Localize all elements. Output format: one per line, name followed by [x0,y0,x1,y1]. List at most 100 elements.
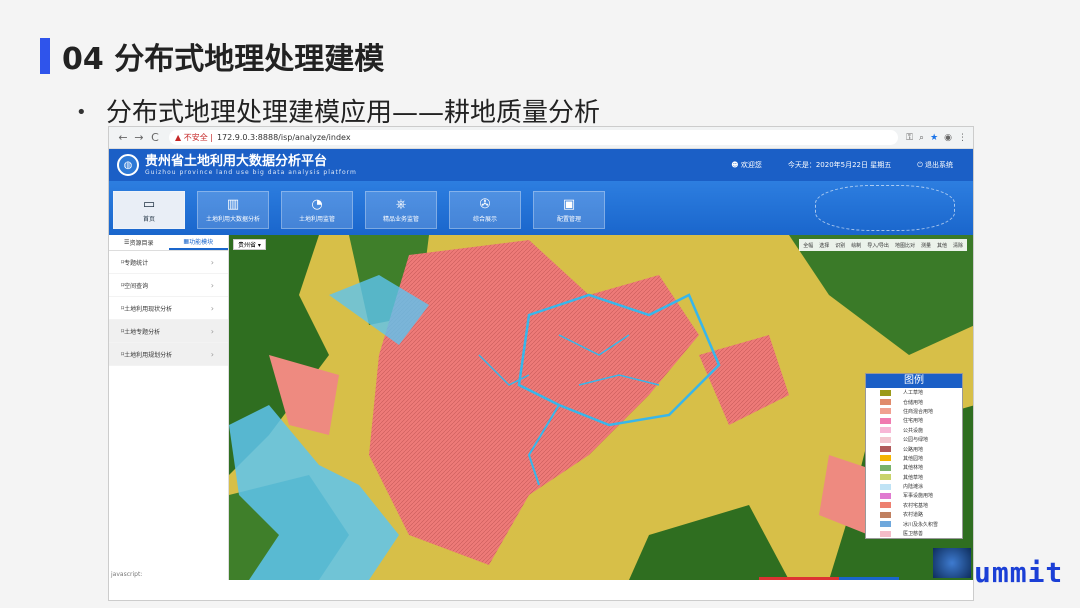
overview-globe[interactable] [933,548,971,578]
nav-label: 综合展示 [472,216,497,223]
legend-item: 住宅用地 [866,416,962,425]
key-icon[interactable]: ⚿ [906,133,913,143]
legend-item: 农村宅基地 [866,501,962,510]
sidebar-item-thematic-stats[interactable]: ⌑ 专题统计 › [109,251,228,274]
tool-fullextent[interactable]: 全幅 [803,242,813,249]
legend-item: 其他园地 [866,454,962,463]
nav-label: 配置管理 [556,216,581,223]
legend-label: 公路用地 [903,446,924,453]
sidebar-item-label: 土地利用现状分析 [124,305,173,313]
chevron-right-icon: › [210,280,214,290]
legend-label: 农村道路 [903,512,924,519]
browser-toolbar: ← → C ▲ 不安全 | 172.9.0.3:8888/isp/analyze… [109,127,973,149]
tool-select[interactable]: 选择 [819,242,829,249]
sidebar: ☰ 资源目录 ▦ 功能模块 ⌑ 专题统计 › ⌑ 空间查询 › ⌑ 土地利用现状分析… [109,235,229,580]
legend-title: 图例 [866,374,962,388]
logout-button[interactable]: ⏻ 退出系统 [917,160,953,170]
app-title: 贵州省土地利用大数据分析平台 [145,153,328,169]
menu-dots-icon[interactable]: ⋮ [958,133,967,143]
tab-resource-catalog[interactable]: ☰ 资源目录 [109,235,169,250]
tab-function-module[interactable]: ▦ 功能模块 [168,235,228,250]
tool-measure[interactable]: 测量 [921,242,931,249]
slide: 04 分布式地理处理建模 • 分布式地理处理建模应用——耕地质量分析 ← → C… [0,0,1080,608]
map-toolbar: 全幅 选择 识别 绘制 导入/导出 地图比对 测量 其他 清除 [799,239,967,251]
nav-home[interactable]: ▭ 首页 [113,191,185,229]
nav-label: 土地利用监管 [298,216,335,223]
welcome-label: 欢迎您 [740,161,762,169]
nav-business[interactable]: ⎈ 精品业务监管 [365,191,437,229]
legend-item: 冰川及永久积雪 [866,519,962,528]
bookmark-star-icon[interactable]: ★ [930,133,938,143]
logout-label: 退出系统 [925,161,953,169]
sidebar-item-spatial-query[interactable]: ⌑ 空间查询 › [109,274,228,297]
legend-swatch [880,436,891,443]
legend-label: 公园与绿地 [903,437,929,444]
back-icon[interactable]: ← [115,131,131,144]
legend-swatch [880,455,891,462]
chevron-right-icon: › [210,257,214,267]
tool-identify[interactable]: 识别 [835,242,845,249]
insecure-warning: ▲ 不安全 | [175,133,213,142]
legend-label: 其他园地 [903,455,924,462]
legend-swatch [880,408,891,415]
address-bar[interactable]: ▲ 不安全 | 172.9.0.3:8888/isp/analyze/index [169,130,899,145]
tool-draw[interactable]: 绘制 [851,242,861,249]
tool-other[interactable]: 其他 [937,242,947,249]
legend-item: 住商混合用地 [866,407,962,416]
url-text: 172.9.0.3:8888/isp/analyze/index [216,133,351,142]
pie-chart-icon: ◔ [311,197,323,212]
legend-label: 公共设施 [903,427,924,434]
nav-label: 首页 [142,216,155,223]
legend-swatch [880,502,891,509]
forward-icon[interactable]: → [131,131,147,144]
map-view[interactable]: 贵州省 ▾ 全幅 选择 识别 绘制 导入/导出 地图比对 测量 其他 清除 图例… [229,235,973,580]
legend-swatch [880,521,891,528]
nav-bigdata[interactable]: ▥ 土地利用大数据分析 [197,191,269,229]
slide-title: 04 分布式地理处理建模 [62,42,385,77]
sidebar-item-landuse-planning[interactable]: ⌑ 土地利用规划分析 › [109,343,228,366]
zoom-icon[interactable]: ⌕ [919,133,924,143]
chevron-right-icon: › [210,326,214,336]
legend-label: 内陆滩涂 [903,484,924,491]
tool-compare[interactable]: 地图比对 [895,242,915,249]
tool-import-export[interactable]: 导入/导出 [867,242,889,249]
sidebar-item-label: 土地专题分析 [124,328,161,336]
slide-subtitle: 分布式地理处理建模应用——耕地质量分析 [106,98,601,128]
film-reel-icon: ✇ [479,197,491,212]
legend-item: 医卫慈善 [866,529,962,538]
legend-item: 其他林地 [866,463,962,472]
nav-supervision[interactable]: ◔ 土地利用监管 [281,191,353,229]
region-dropdown[interactable]: 贵州省 ▾ [233,239,266,250]
sidebar-item-label: 空间查询 [124,282,149,290]
tab-label: 功能模块 [189,239,214,246]
legend-swatch [880,474,891,481]
legend-label: 仓储用地 [903,399,924,406]
network-icon: ⎈ [395,197,407,212]
account-icon[interactable]: ◉ [944,133,952,143]
legend-swatch [880,427,891,434]
power-icon: ⏻ [917,161,925,169]
bar-chart-icon: ▥ [226,197,240,212]
legend-label: 其他草地 [903,474,924,481]
legend-item: 公路用地 [866,444,962,453]
sidebar-item-land-thematic[interactable]: ⌑ 土地专题分析 › [109,320,228,343]
legend-item: 公园与绿地 [866,435,962,444]
computer-icon: ▣ [562,197,576,212]
legend-item: 人工草地 [866,388,962,397]
tool-clear[interactable]: 清除 [953,242,963,249]
user-icon: ☻ [731,161,741,169]
legend-item: 军事设施用地 [866,491,962,500]
landuse-map-image [229,235,973,580]
legend-item: 公共设施 [866,426,962,435]
nav-display[interactable]: ✇ 综合展示 [449,191,521,229]
legend-swatch [880,417,891,424]
sidebar-item-landuse-status[interactable]: ⌑ 土地利用现状分析 › [109,297,228,320]
title-accent-bar [40,38,50,74]
legend-item: 仓储用地 [866,397,962,406]
legend-label: 人工草地 [903,390,924,397]
status-bar-text: javascript: [111,571,143,578]
reload-icon[interactable]: C [147,131,163,144]
legend-swatch [880,511,891,518]
tab-label: 资源目录 [129,240,154,247]
nav-config[interactable]: ▣ 配置管理 [533,191,605,229]
